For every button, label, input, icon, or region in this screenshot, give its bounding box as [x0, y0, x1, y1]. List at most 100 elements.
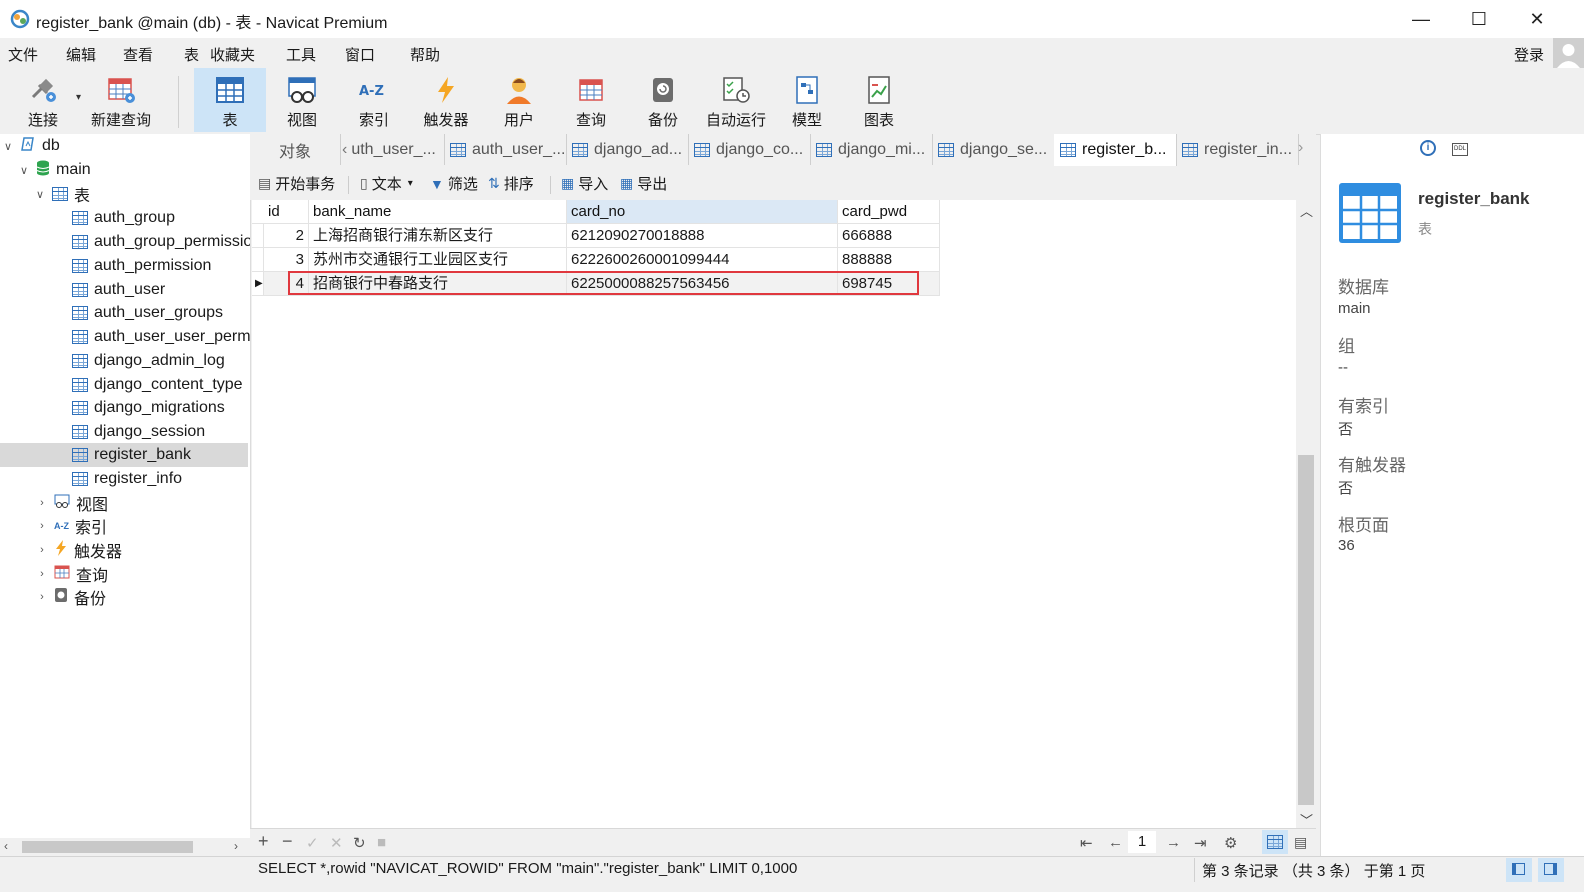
tree-table-item[interactable]: django_content_type: [72, 373, 243, 397]
begin-transaction-button[interactable]: ▤ 开始事务: [258, 173, 335, 194]
scroll-right-icon[interactable]: ›: [234, 839, 238, 853]
menu-window[interactable]: 窗口: [345, 44, 375, 65]
current-row-arrow-icon[interactable]: ▶: [252, 272, 264, 296]
sidebar-horizontal-scrollbar[interactable]: ‹ ›: [0, 838, 250, 856]
login-link[interactable]: 登录: [1514, 44, 1544, 65]
next-page-icon[interactable]: →: [1166, 834, 1181, 851]
index-button[interactable]: A-Z 索引: [344, 68, 404, 132]
cell-card-no[interactable]: 6212090270018888: [567, 224, 838, 248]
cell-id[interactable]: 3: [264, 248, 309, 272]
form-view-icon[interactable]: ▤: [1294, 834, 1307, 851]
settings-gear-icon[interactable]: ⚙: [1224, 834, 1237, 852]
minimize-button[interactable]: —: [1392, 0, 1450, 38]
tree-table-item[interactable]: auth_group_permissio: [72, 230, 250, 254]
grid-view-button[interactable]: [1262, 830, 1288, 854]
table-button[interactable]: 表: [194, 68, 266, 132]
tree-table-item[interactable]: auth_user: [72, 278, 165, 302]
tab-objects[interactable]: 对象: [250, 134, 341, 165]
tree-indexes-group[interactable]: › A-Z 索引: [36, 514, 107, 538]
tree-table-item[interactable]: auth_user_groups: [72, 301, 223, 325]
menu-tools[interactable]: 工具: [286, 44, 316, 65]
tab-register-bank-active[interactable]: register_b...: [1054, 134, 1177, 166]
menu-table[interactable]: 表: [184, 44, 199, 65]
autorun-button[interactable]: 自动运行: [702, 68, 770, 132]
last-page-icon[interactable]: ⇥: [1194, 834, 1207, 852]
tree-table-item[interactable]: django_session: [72, 420, 205, 444]
tree-table-item[interactable]: auth_group: [72, 206, 175, 230]
info-icon[interactable]: i: [1420, 140, 1436, 156]
row-indicator[interactable]: [252, 248, 264, 272]
chevron-down-icon[interactable]: ∨: [2, 140, 14, 153]
sort-button[interactable]: ⇅ 排序: [488, 173, 534, 194]
cell-bank-name[interactable]: 上海招商银行浦东新区支行: [309, 224, 567, 248]
tab-item[interactable]: django_co...: [688, 134, 811, 165]
tree-triggers-group[interactable]: › 触发器: [36, 538, 122, 562]
cell-bank-name[interactable]: 苏州市交通银行工业园区支行: [309, 248, 567, 272]
tree-table-item[interactable]: django_admin_log: [72, 349, 225, 373]
filter-button[interactable]: ▼ 筛选: [430, 173, 478, 194]
column-header-bank-name[interactable]: bank_name: [309, 200, 567, 224]
tree-table-item[interactable]: register_info: [72, 467, 182, 491]
scroll-down-icon[interactable]: ﹀: [1300, 810, 1313, 829]
tab-item[interactable]: django_mi...: [810, 134, 933, 165]
cell-card-pwd[interactable]: 888888: [838, 248, 940, 272]
chevron-right-icon[interactable]: ›: [1298, 139, 1303, 157]
scroll-left-icon[interactable]: ‹: [4, 839, 8, 853]
menu-view[interactable]: 查看: [123, 44, 153, 65]
chevron-right-icon[interactable]: ›: [36, 568, 48, 580]
tab-item[interactable]: django_se...: [932, 134, 1055, 165]
object-tree[interactable]: ∨ db ∨ main ∨ 表 auth_group auth_group_pe…: [0, 134, 251, 838]
menu-file[interactable]: 文件: [8, 44, 38, 65]
maximize-button[interactable]: ☐: [1450, 0, 1508, 38]
apply-icon[interactable]: ✓: [306, 834, 319, 852]
text-button[interactable]: ▯ 文本 ▾: [360, 173, 413, 194]
tree-table-item-selected[interactable]: register_bank: [0, 443, 248, 467]
cell-id[interactable]: 2: [264, 224, 309, 248]
stop-icon[interactable]: ■: [377, 834, 386, 851]
tab-item[interactable]: auth_user_...: [444, 134, 567, 165]
page-number-input[interactable]: 1: [1128, 831, 1156, 853]
row-indicator[interactable]: [252, 224, 264, 248]
tree-schema-main[interactable]: ∨ main: [18, 158, 91, 182]
tree-table-item[interactable]: auth_permission: [72, 254, 211, 278]
chevron-right-icon[interactable]: ›: [36, 520, 48, 532]
cell-card-no[interactable]: 6222600260001099444: [567, 248, 838, 272]
close-button[interactable]: ✕: [1508, 0, 1566, 38]
connect-dropdown-icon[interactable]: ▾: [76, 92, 81, 103]
trigger-button[interactable]: 触发器: [416, 68, 476, 132]
tree-table-item[interactable]: auth_user_user_permi: [72, 325, 250, 349]
cell-card-pwd[interactable]: 666888: [838, 224, 940, 248]
menu-help[interactable]: 帮助: [410, 44, 440, 65]
scroll-up-icon[interactable]: ︿: [1300, 201, 1313, 220]
query-button[interactable]: 查询: [562, 68, 620, 132]
chevron-left-icon[interactable]: ‹: [342, 141, 347, 159]
menu-favorites[interactable]: 收藏夹: [210, 44, 255, 65]
export-button[interactable]: ▦ 导出: [620, 173, 667, 194]
chevron-down-icon[interactable]: ∨: [34, 188, 46, 201]
previous-page-icon[interactable]: ←: [1108, 834, 1123, 851]
delete-record-icon[interactable]: −: [282, 831, 293, 852]
chevron-down-icon[interactable]: ▾: [408, 178, 413, 189]
toggle-sidebar-left-icon[interactable]: [1506, 858, 1532, 882]
view-button[interactable]: 视图: [272, 68, 332, 132]
user-button[interactable]: 用户: [490, 68, 548, 132]
chevron-right-icon[interactable]: ›: [36, 497, 48, 509]
tab-item[interactable]: register_in...: [1176, 134, 1299, 165]
backup-button[interactable]: 备份: [634, 68, 692, 132]
discard-icon[interactable]: ✕: [330, 834, 343, 852]
chart-button[interactable]: 图表: [850, 68, 908, 132]
column-header-id[interactable]: id: [264, 200, 309, 224]
scroll-thumb[interactable]: [1298, 455, 1314, 805]
first-page-icon[interactable]: ⇤: [1080, 834, 1093, 852]
model-button[interactable]: 模型: [778, 68, 836, 132]
ddl-icon[interactable]: DDL: [1452, 143, 1468, 156]
column-header-card-pwd[interactable]: card_pwd: [838, 200, 940, 224]
refresh-icon[interactable]: ↻: [353, 834, 366, 852]
chevron-right-icon[interactable]: ›: [36, 591, 48, 603]
tree-views-group[interactable]: › 视图: [36, 491, 108, 515]
import-button[interactable]: ▦ 导入: [561, 173, 608, 194]
toggle-sidebar-right-icon[interactable]: [1538, 858, 1564, 882]
tree-table-item[interactable]: django_migrations: [72, 396, 225, 420]
tab-item[interactable]: ‹ uth_user_...: [340, 134, 445, 165]
chevron-down-icon[interactable]: ∨: [18, 164, 30, 177]
